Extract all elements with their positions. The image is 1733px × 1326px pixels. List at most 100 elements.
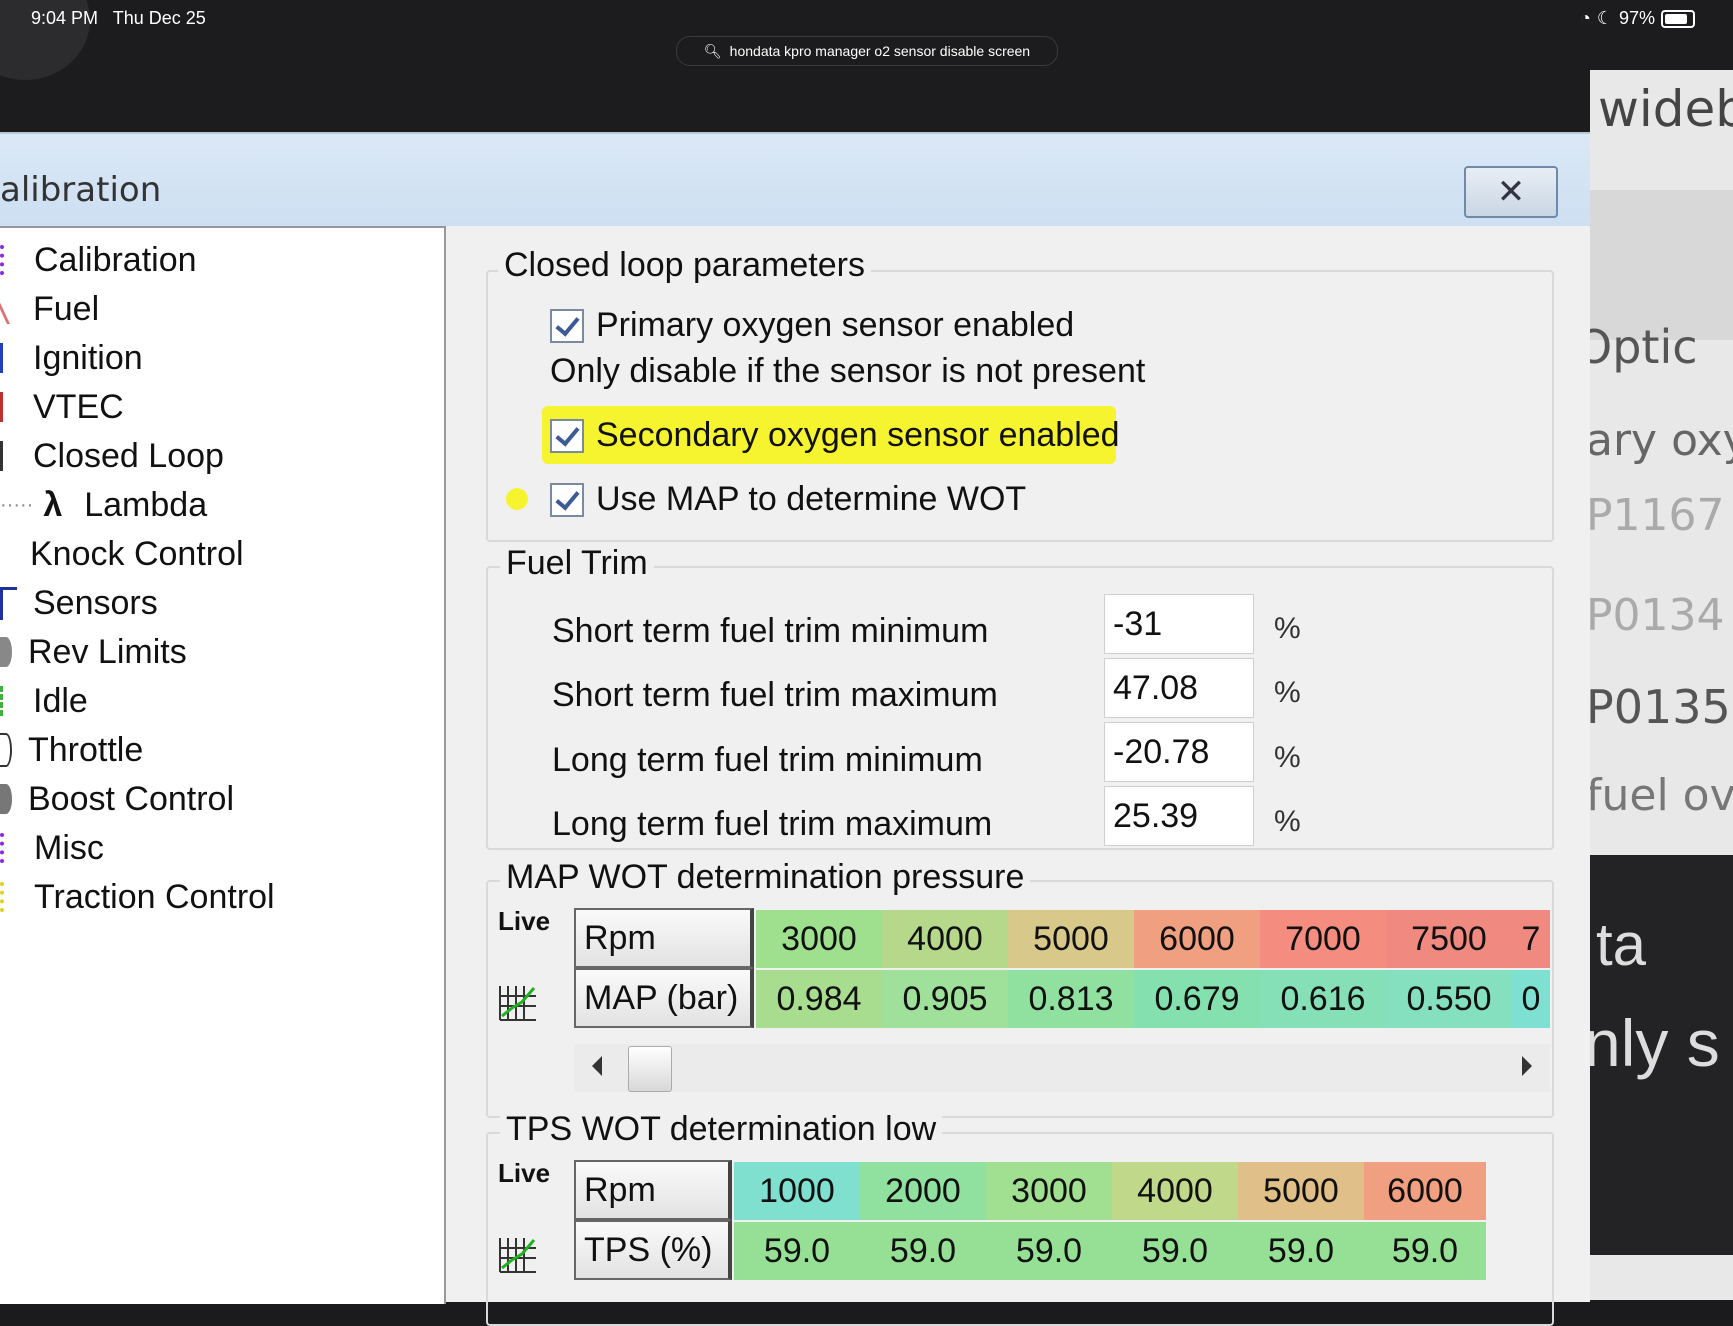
tps-wot-title: TPS WOT determination low bbox=[500, 1110, 943, 1149]
trim-unit: % bbox=[1274, 805, 1301, 838]
trim-label: Short term fuel trim minimum bbox=[552, 612, 989, 650]
value-cell[interactable]: 59.0 bbox=[1238, 1222, 1364, 1280]
tree-item-label: Fuel bbox=[33, 289, 100, 328]
rpm-cell[interactable]: 6000 bbox=[1134, 910, 1260, 968]
graph-icon[interactable] bbox=[498, 982, 538, 1022]
primary-o2-checkbox-row[interactable]: Primary oxygen sensor enabled bbox=[550, 306, 1074, 345]
url-bar[interactable]: 🔍︎ hondata kpro manager o2 sensor disabl… bbox=[676, 36, 1058, 66]
bg-text: ary oxy bbox=[1590, 415, 1733, 466]
tree-item-idle[interactable]: Idle bbox=[0, 679, 88, 723]
fuel-icon bbox=[0, 294, 24, 324]
status-time: 9:04 PM Thu Dec 25 bbox=[31, 8, 206, 29]
primary-o2-note: Only disable if the sensor is not presen… bbox=[550, 352, 1146, 390]
tree-item-rev-limits[interactable]: Rev Limits bbox=[0, 630, 187, 674]
map-table-scrollbar[interactable] bbox=[574, 1044, 1550, 1092]
secondary-o2-checkbox-row[interactable]: Secondary oxygen sensor enabled bbox=[550, 416, 1120, 455]
rpm-cell[interactable]: 7 bbox=[1512, 910, 1550, 968]
value-cell[interactable]: 59.0 bbox=[734, 1222, 860, 1280]
tree-item-label: Calibration bbox=[34, 240, 197, 279]
lambda-icon: λ bbox=[43, 485, 63, 524]
traction-icon bbox=[0, 882, 18, 912]
misc-icon bbox=[0, 833, 18, 863]
tree-item-ignition[interactable]: Ignition bbox=[0, 336, 143, 380]
status-icons: ◔ ☾ 97% bbox=[1580, 8, 1695, 29]
bg-text: wideb bbox=[1598, 80, 1733, 138]
tree-item-calibration[interactable]: Calibration bbox=[0, 238, 197, 282]
tree-item-label: Idle bbox=[33, 681, 88, 720]
url-text: hondata kpro manager o2 sensor disable s… bbox=[729, 43, 1031, 59]
live-toggle[interactable]: Live bbox=[498, 1158, 550, 1189]
tree-item-knock-control[interactable]: Knock Control bbox=[0, 532, 244, 576]
secondary-o2-label: Secondary oxygen sensor enabled bbox=[596, 416, 1120, 454]
trim-label: Short term fuel trim maximum bbox=[552, 676, 998, 714]
tree-item-label: Traction Control bbox=[34, 877, 275, 916]
value-cell[interactable]: 59.0 bbox=[1112, 1222, 1238, 1280]
map-wot-label: Use MAP to determine WOT bbox=[596, 480, 1027, 518]
rpm-cell[interactable]: 7000 bbox=[1260, 910, 1386, 968]
value-cell[interactable]: 0 bbox=[1512, 970, 1550, 1028]
live-toggle[interactable]: Live bbox=[498, 906, 550, 937]
knock-icon bbox=[0, 539, 14, 569]
rpm-cell[interactable]: 6000 bbox=[1364, 1162, 1486, 1220]
primary-o2-checkbox[interactable] bbox=[550, 308, 584, 343]
value-cell[interactable]: 0.813 bbox=[1008, 970, 1134, 1028]
closed-loop-title: Closed loop parameters bbox=[498, 246, 871, 285]
bg-text: Optic bbox=[1590, 320, 1698, 374]
scroll-right-arrow[interactable] bbox=[1522, 1056, 1532, 1076]
close-icon: ✕ bbox=[1496, 172, 1526, 212]
long-trim-min-input[interactable]: -20.78 bbox=[1104, 722, 1254, 782]
rpm-cell[interactable]: 5000 bbox=[1008, 910, 1134, 968]
tree-item-boost-control[interactable]: Boost Control bbox=[0, 777, 234, 821]
secondary-o2-checkbox[interactable] bbox=[550, 418, 584, 453]
value-cell[interactable]: 59.0 bbox=[1364, 1222, 1486, 1280]
closed-loop-icon bbox=[0, 441, 17, 471]
vtec-icon bbox=[0, 392, 17, 422]
value-cell[interactable]: 0.905 bbox=[882, 970, 1008, 1028]
date-text: Thu Dec 25 bbox=[112, 8, 206, 28]
tree-item-label: Sensors bbox=[33, 583, 158, 622]
rev-limits-icon bbox=[0, 637, 12, 667]
tree-item-throttle[interactable]: Throttle bbox=[0, 728, 143, 772]
value-cell[interactable]: 0.679 bbox=[1134, 970, 1260, 1028]
rpm-row-header: Rpm bbox=[574, 908, 754, 968]
tree-item-sensors[interactable]: Sensors bbox=[0, 581, 158, 625]
tree-item-vtec[interactable]: VTEC bbox=[0, 385, 124, 429]
tree-item-misc[interactable]: Misc bbox=[0, 826, 104, 870]
value-cell[interactable]: 59.0 bbox=[986, 1222, 1112, 1280]
tree-item-lambda[interactable]: ····· λ Lambda bbox=[0, 483, 207, 527]
long-trim-max-input[interactable]: 25.39 bbox=[1104, 786, 1254, 846]
rpm-cell[interactable]: 1000 bbox=[734, 1162, 860, 1220]
map-wot-checkbox[interactable] bbox=[550, 482, 584, 517]
close-button[interactable]: ✕ bbox=[1464, 166, 1558, 218]
calibration-dialog: alibration ✕ Calibration Fuel Ignition V… bbox=[0, 132, 1590, 1326]
tree-item-closed-loop[interactable]: Closed Loop bbox=[0, 434, 224, 478]
value-cell[interactable]: 0.616 bbox=[1260, 970, 1386, 1028]
short-trim-max-input[interactable]: 47.08 bbox=[1104, 658, 1254, 718]
browser-top-bar: 9:04 PM Thu Dec 25 ◔ ☾ 97% 🔍︎ hondata kp… bbox=[0, 0, 1733, 130]
search-icon: 🔍︎ bbox=[703, 42, 722, 59]
rpm-cell[interactable]: 3000 bbox=[756, 910, 882, 968]
battery-icon bbox=[1661, 9, 1695, 28]
idle-icon bbox=[0, 686, 17, 716]
scroll-thumb[interactable] bbox=[628, 1046, 672, 1092]
value-cell[interactable]: 0.550 bbox=[1386, 970, 1512, 1028]
value-cell[interactable]: 59.0 bbox=[860, 1222, 986, 1280]
short-trim-min-input[interactable]: -31 bbox=[1104, 594, 1254, 654]
scroll-left-arrow[interactable] bbox=[592, 1056, 602, 1076]
rpm-cell[interactable]: 3000 bbox=[986, 1162, 1112, 1220]
map-wot-checkbox-row[interactable]: Use MAP to determine WOT bbox=[550, 480, 1026, 519]
tree-item-traction-control[interactable]: Traction Control bbox=[0, 875, 275, 919]
map-wot-title: MAP WOT determination pressure bbox=[500, 858, 1031, 897]
trim-unit: % bbox=[1274, 741, 1301, 774]
value-cell[interactable]: 0.984 bbox=[756, 970, 882, 1028]
rpm-cell[interactable]: 4000 bbox=[882, 910, 1008, 968]
rpm-cell[interactable]: 7500 bbox=[1386, 910, 1512, 968]
map-row-header: MAP (bar) bbox=[574, 968, 754, 1028]
graph-icon[interactable] bbox=[498, 1234, 538, 1274]
tree-item-fuel[interactable]: Fuel bbox=[0, 287, 99, 331]
rpm-cell[interactable]: 2000 bbox=[860, 1162, 986, 1220]
rpm-cell[interactable]: 4000 bbox=[1112, 1162, 1238, 1220]
background-dark-panel: ta nly s bbox=[1590, 855, 1733, 1255]
rpm-cell[interactable]: 5000 bbox=[1238, 1162, 1364, 1220]
bg-panel bbox=[1590, 190, 1733, 340]
